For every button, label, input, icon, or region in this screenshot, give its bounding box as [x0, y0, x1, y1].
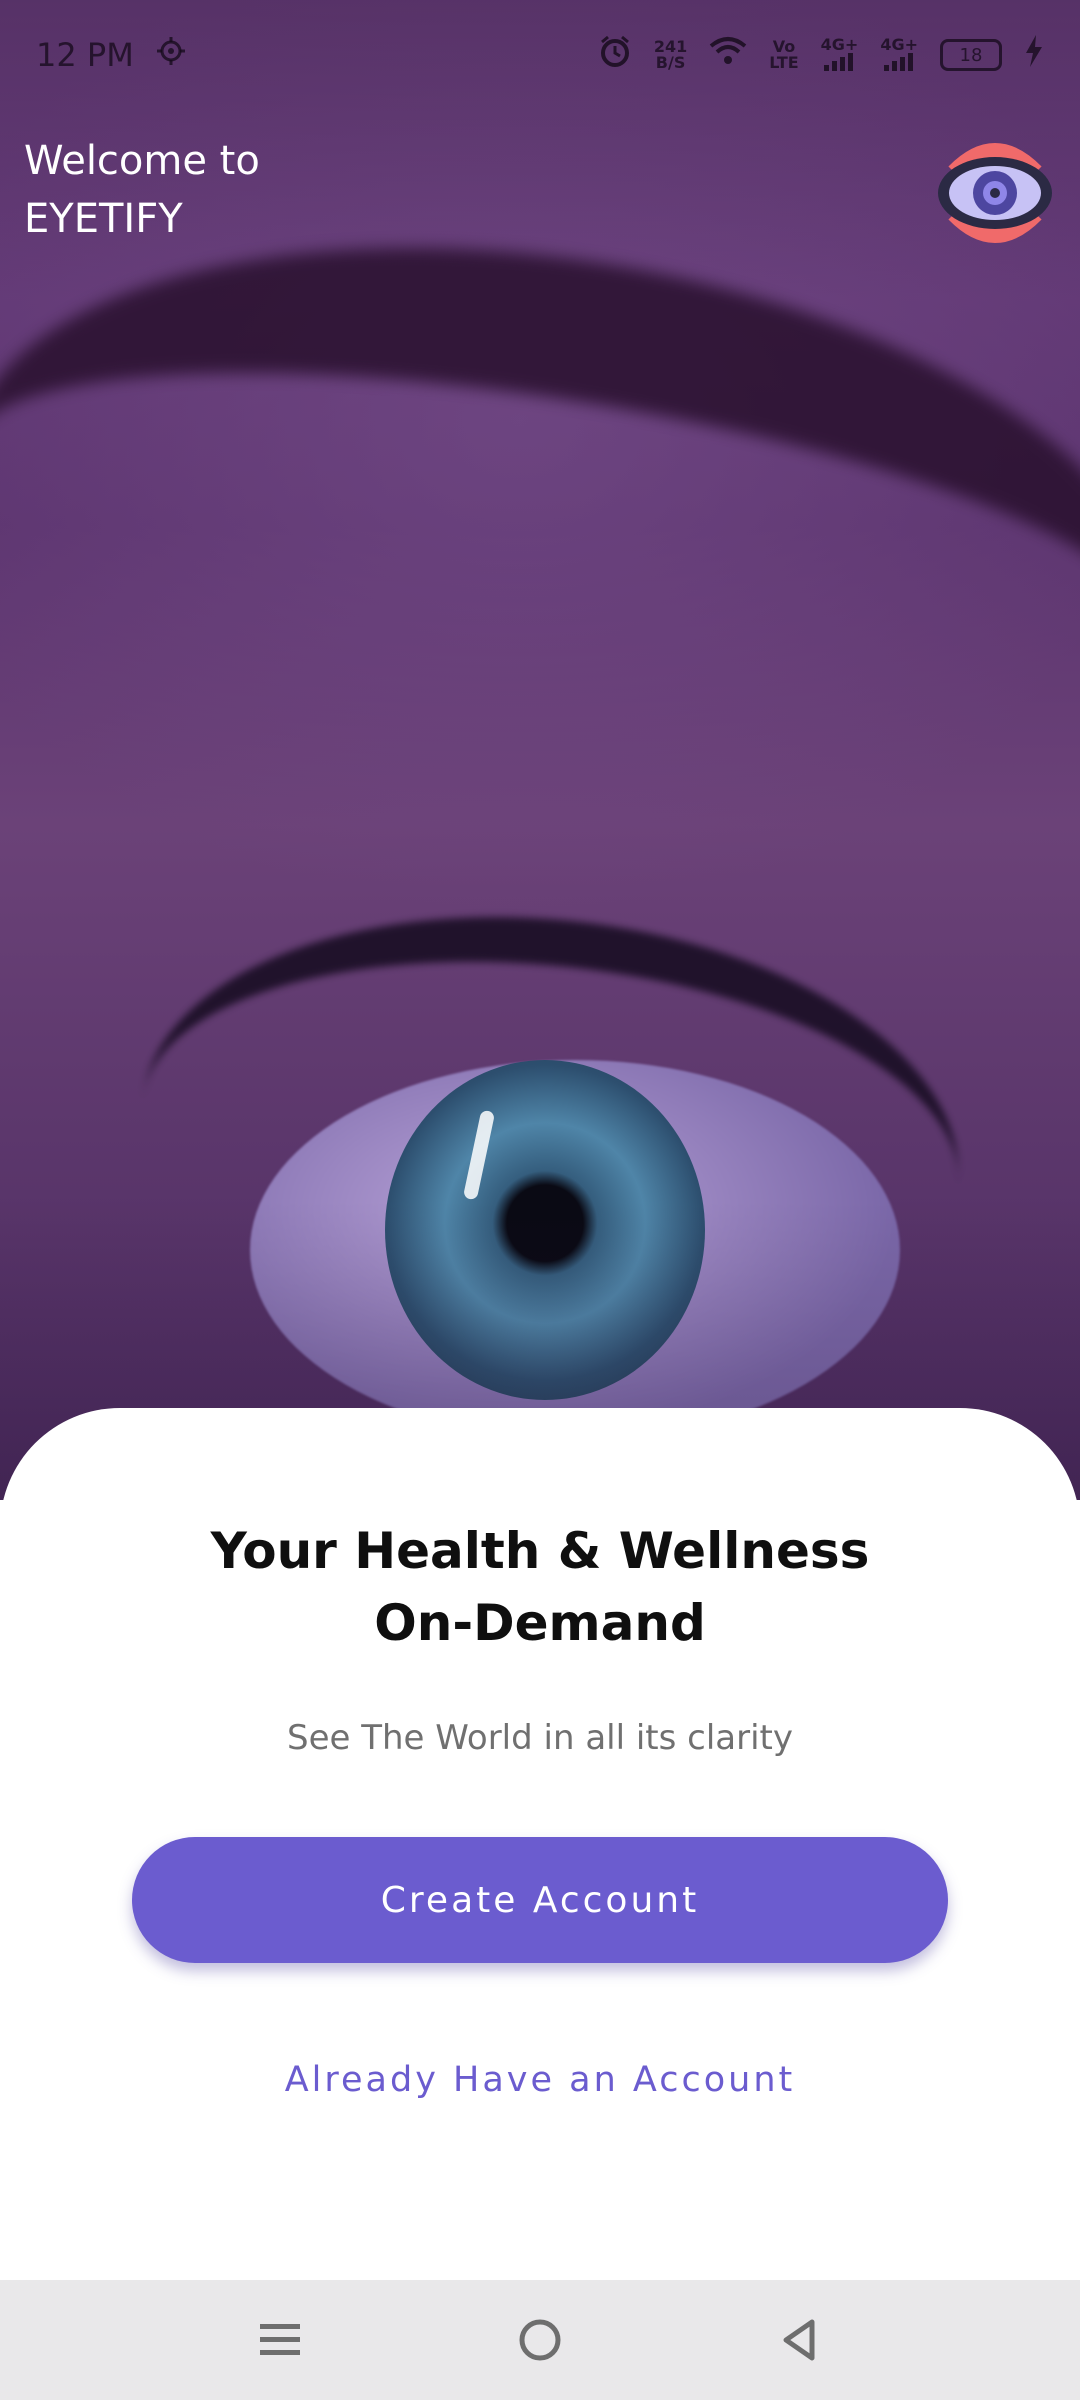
settings-icon	[156, 36, 186, 74]
wifi-icon	[709, 36, 747, 74]
system-navigation-bar	[0, 2280, 1080, 2400]
network-2: 4G+	[880, 34, 918, 74]
data-speed-unit: B/S	[655, 53, 686, 72]
headline: Your Health & Wellness On-Demand	[0, 1515, 1080, 1659]
signal-icon	[884, 52, 914, 71]
eye-logo-icon	[936, 132, 1054, 254]
network-1: 4G+	[820, 34, 859, 74]
status-time: 12 PM	[36, 36, 134, 74]
battery-level: 18	[959, 44, 983, 66]
back-icon[interactable]	[770, 2310, 830, 2370]
home-icon[interactable]	[510, 2310, 570, 2370]
alarm-icon	[598, 34, 632, 76]
welcome-text: Welcome to EYETIFY	[24, 132, 260, 248]
network-2-label: 4G+	[880, 34, 918, 54]
headline-line-1: Your Health & Wellness	[210, 1522, 870, 1580]
status-right: 241 B/S Vo LTE 4G+ 4G+ 18	[598, 34, 1044, 76]
menu-icon[interactable]	[250, 2310, 310, 2370]
charging-icon	[1024, 35, 1044, 75]
create-account-button[interactable]: Create Account	[132, 1837, 948, 1963]
screen: 12 PM 241 B/S Vo LTE 4G+ 4G+ 18 Welcome …	[0, 0, 1080, 2400]
subtitle: See The World in all its clarity	[287, 1718, 793, 1758]
status-bar: 12 PM 241 B/S Vo LTE 4G+ 4G+ 18	[0, 0, 1080, 110]
already-have-account-link[interactable]: Already Have an Account	[0, 2060, 1080, 2100]
battery-icon: 18	[940, 39, 1002, 71]
network-1-label: 4G+	[820, 34, 859, 54]
volte-indicator: Vo LTE	[769, 39, 798, 71]
volte-bottom: LTE	[769, 53, 799, 72]
welcome-line-1: Welcome to	[24, 138, 260, 184]
signal-icon	[824, 52, 854, 71]
app-name: EYETIFY	[24, 196, 183, 242]
headline-line-2: On-Demand	[374, 1594, 706, 1652]
status-left: 12 PM	[36, 36, 186, 74]
data-speed: 241 B/S	[654, 39, 687, 71]
